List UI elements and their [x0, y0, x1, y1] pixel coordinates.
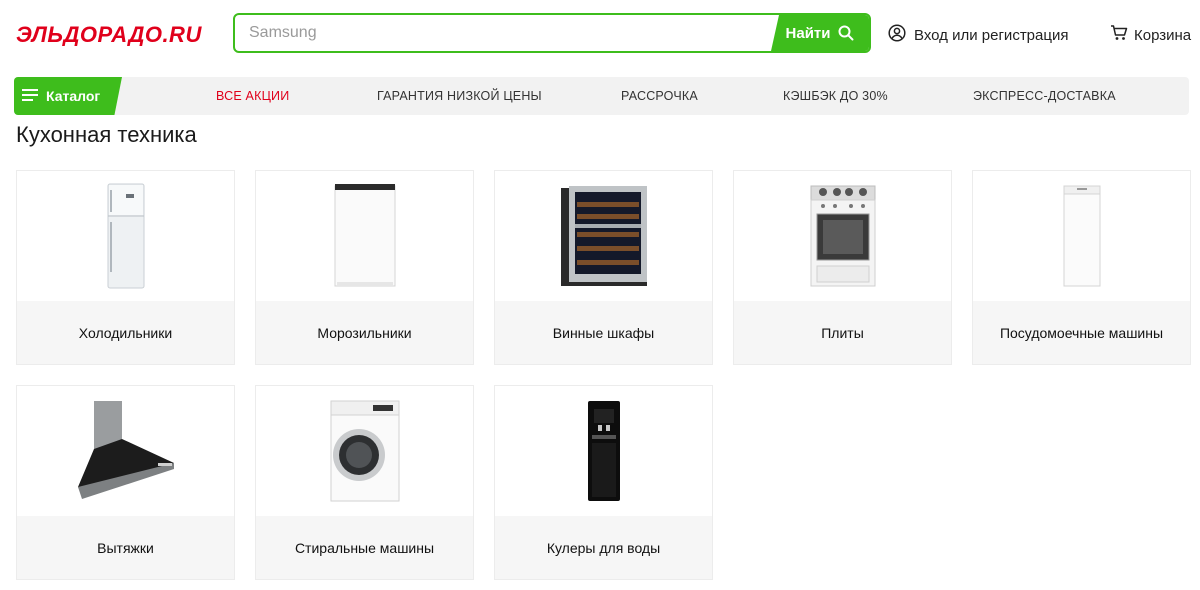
nav-item-all-promos[interactable]: ВСЕ АКЦИИ — [216, 77, 289, 115]
svg-text:ЭЛЬДОРАДО.RU: ЭЛЬДОРАДО.RU — [16, 22, 202, 46]
search-icon — [838, 25, 854, 41]
category-label: Вытяжки — [17, 516, 234, 579]
washing-machine-icon — [256, 386, 473, 516]
site-header: ЭЛЬДОРАДО.RU Найти Вход или регистрация … — [0, 0, 1200, 70]
category-card-washing-machines[interactable]: Стиральные машины — [255, 385, 474, 580]
category-label: Плиты — [734, 301, 951, 364]
category-label: Винные шкафы — [495, 301, 712, 364]
freezer-icon — [256, 171, 473, 301]
category-card-range-hoods[interactable]: Вытяжки — [16, 385, 235, 580]
category-card-wine-cabinets[interactable]: Винные шкафы — [494, 170, 713, 365]
category-label: Кулеры для воды — [495, 516, 712, 579]
nav-item-cashback[interactable]: КЭШБЭК ДО 30% — [783, 77, 888, 115]
user-icon — [888, 24, 906, 46]
water-cooler-icon — [495, 386, 712, 516]
search-input[interactable] — [235, 15, 775, 51]
nav-item-low-price-guarantee[interactable]: ГАРАНТИЯ НИЗКОЙ ЦЕНЫ — [377, 77, 542, 115]
eldorado-logo[interactable]: ЭЛЬДОРАДО.RU — [16, 22, 208, 46]
catalog-label: Каталог — [46, 88, 101, 104]
category-label: Посудомоечные машины — [973, 301, 1190, 364]
dishwasher-icon — [973, 171, 1190, 301]
category-card-stoves[interactable]: Плиты — [733, 170, 952, 365]
category-card-freezers[interactable]: Морозильники — [255, 170, 474, 365]
nav-item-express-delivery[interactable]: ЭКСПРЕСС-ДОСТАВКА — [973, 77, 1116, 115]
cart-link[interactable]: Корзина — [1110, 24, 1191, 46]
main-nav: Каталог ВСЕ АКЦИИ ГАРАНТИЯ НИЗКОЙ ЦЕНЫ Р… — [14, 77, 1189, 115]
catalog-button[interactable]: Каталог — [14, 77, 122, 115]
search-box: Найти — [233, 13, 871, 53]
cart-icon — [1110, 24, 1128, 46]
category-label: Морозильники — [256, 301, 473, 364]
wine-cabinet-icon — [495, 171, 712, 301]
category-card-fridges[interactable]: Холодильники — [16, 170, 235, 365]
cart-label: Корзина — [1134, 26, 1192, 44]
page-title: Кухонная техника — [16, 122, 197, 147]
range-hood-icon — [17, 386, 234, 516]
category-label: Стиральные машины — [256, 516, 473, 579]
login-label: Вход или регистрация — [914, 26, 1069, 44]
search-button-label: Найти — [785, 24, 831, 42]
category-card-water-coolers[interactable]: Кулеры для воды — [494, 385, 713, 580]
nav-item-installments[interactable]: РАССРОЧКА — [621, 77, 698, 115]
category-label: Холодильники — [17, 301, 234, 364]
stove-icon — [734, 171, 951, 301]
category-card-dishwashers[interactable]: Посудомоечные машины — [972, 170, 1191, 365]
menu-icon — [22, 88, 38, 104]
fridge-icon — [17, 171, 234, 301]
login-link[interactable]: Вход или регистрация — [888, 24, 1068, 46]
search-button[interactable]: Найти — [771, 15, 869, 51]
